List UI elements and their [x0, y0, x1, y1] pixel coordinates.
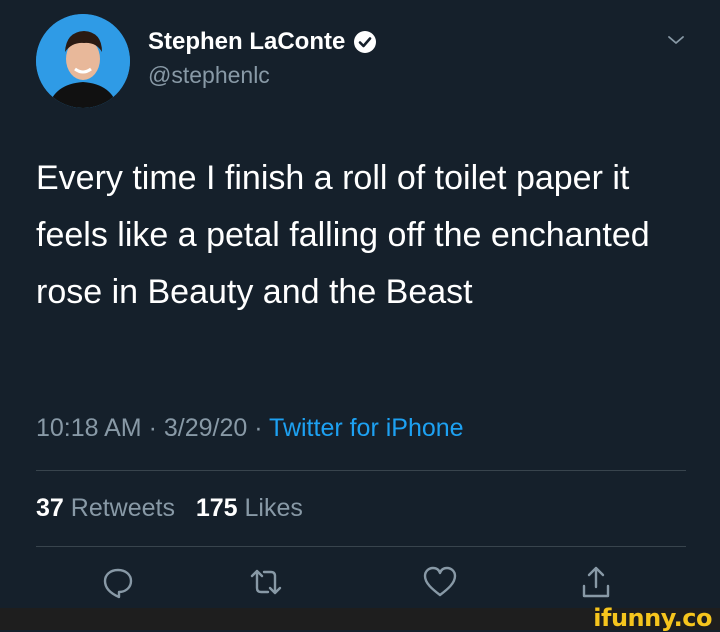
likes-count: 175 [195, 494, 238, 522]
like-icon[interactable] [420, 562, 460, 602]
author-display-name[interactable]: Stephen LaConte [148, 28, 377, 56]
tweet-date[interactable]: 3/29/20 [164, 414, 247, 442]
watermark-bar: ifunny.co [0, 604, 720, 632]
tweet-source-link[interactable]: Twitter for iPhone [269, 414, 464, 442]
divider [36, 546, 686, 547]
tweet-actions-bar [0, 562, 720, 606]
likes-label: Likes [244, 494, 303, 522]
chevron-down-icon[interactable] [666, 30, 686, 50]
share-icon[interactable] [576, 562, 616, 602]
retweets-stat[interactable]: 37 Retweets [36, 494, 182, 522]
verified-badge-icon [353, 30, 377, 54]
likes-stat[interactable]: 175 Likes [196, 494, 303, 522]
divider [36, 470, 686, 471]
meta-separator: · [141, 414, 164, 442]
tweet-stats: 37 Retweets 175 Likes [36, 494, 303, 523]
tweet-time[interactable]: 10:18 AM [36, 414, 142, 442]
display-name-text[interactable]: Stephen LaConte [148, 28, 345, 56]
avatar[interactable] [36, 14, 130, 108]
author-block: Stephen LaConte @stephenlc [148, 28, 377, 89]
meta-separator: · [247, 414, 270, 442]
tweet-header: Stephen LaConte @stephenlc [36, 14, 686, 110]
ifunny-watermark: ifunny.co [593, 604, 712, 632]
retweet-icon[interactable] [246, 562, 286, 602]
retweets-count: 37 [36, 494, 64, 522]
author-handle[interactable]: @stephenlc [148, 62, 377, 89]
tweet-text: Every time I finish a roll of toilet pap… [36, 159, 650, 311]
retweets-label: Retweets [70, 494, 175, 522]
tweet-meta: 10:18 AM · 3/29/20 · Twitter for iPhone [36, 414, 464, 443]
reply-icon[interactable] [98, 562, 138, 602]
